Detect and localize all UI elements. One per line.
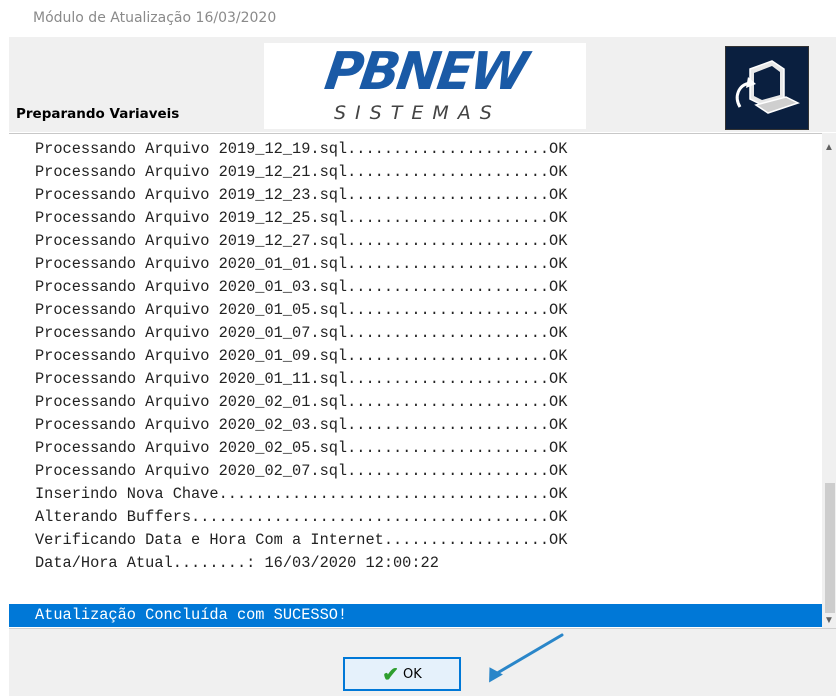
header-panel: PBNEW SISTEMAS Preparando Variaveis [9, 37, 836, 132]
arrow-annotation [489, 633, 564, 683]
log-line: Processando Arquivo 2020_01_07.sql......… [35, 324, 568, 342]
ok-button[interactable]: ✔ OK [343, 657, 461, 691]
pbnew-logo: PBNEW SISTEMAS [264, 42, 586, 129]
log-line: Processando Arquivo 2019_12_27.sql......… [35, 232, 568, 250]
log-line: Processando Arquivo 2020_01_09.sql......… [35, 347, 568, 365]
log-line: Processando Arquivo 2020_01_11.sql......… [35, 370, 568, 388]
ok-button-label: OK [403, 666, 422, 682]
checkmark-icon: ✔ [382, 663, 399, 686]
log-line: Processando Arquivo 2020_02_07.sql......… [35, 462, 568, 480]
log-line: Processando Arquivo 2020_01_03.sql......… [35, 278, 568, 296]
scroll-up-icon[interactable]: ▲ [822, 141, 836, 155]
log-line: Processando Arquivo 2020_02_03.sql......… [35, 416, 568, 434]
footer-panel: ✔ OK [9, 628, 836, 696]
log-line: Inserindo Nova Chave....................… [35, 485, 568, 503]
log-line: Processando Arquivo 2019_12_21.sql......… [35, 163, 568, 181]
scroll-down-icon[interactable]: ▼ [822, 614, 836, 628]
success-row[interactable]: Atualização Concluída com SUCESSO! [9, 604, 822, 627]
log-line: Alterando Buffers.......................… [35, 508, 568, 526]
window-titlebar: Módulo de Atualização 16/03/2020 [0, 0, 836, 36]
log-line: Processando Arquivo 2020_01_05.sql......… [35, 301, 568, 319]
log-scrollbar[interactable]: ▲ ▼ [822, 133, 836, 628]
log-line: Processando Arquivo 2020_02_01.sql......… [35, 393, 568, 411]
scroll-thumb[interactable] [825, 483, 835, 613]
log-line: Processando Arquivo 2019_12_23.sql......… [35, 186, 568, 204]
window-title: Módulo de Atualização 16/03/2020 [33, 10, 277, 26]
computer-update-icon [725, 46, 809, 130]
log-line: Data/Hora Atual........: 16/03/2020 12:0… [35, 554, 439, 572]
logo-main-text: PBNEW [321, 42, 529, 102]
log-line: Processando Arquivo 2020_01_01.sql......… [35, 255, 568, 273]
log-line: Processando Arquivo 2020_02_05.sql......… [35, 439, 568, 457]
logo-sub-text: SISTEMAS [334, 102, 501, 124]
status-label: Preparando Variaveis [16, 106, 180, 122]
log-line: Processando Arquivo 2019_12_19.sql......… [35, 140, 568, 158]
update-log[interactable]: Processando Arquivo 2019_12_19.sql......… [9, 133, 822, 629]
success-message: Atualização Concluída com SUCESSO! [35, 606, 348, 624]
log-line: Processando Arquivo 2019_12_25.sql......… [35, 209, 568, 227]
log-line: Verificando Data e Hora Com a Internet..… [35, 531, 568, 549]
